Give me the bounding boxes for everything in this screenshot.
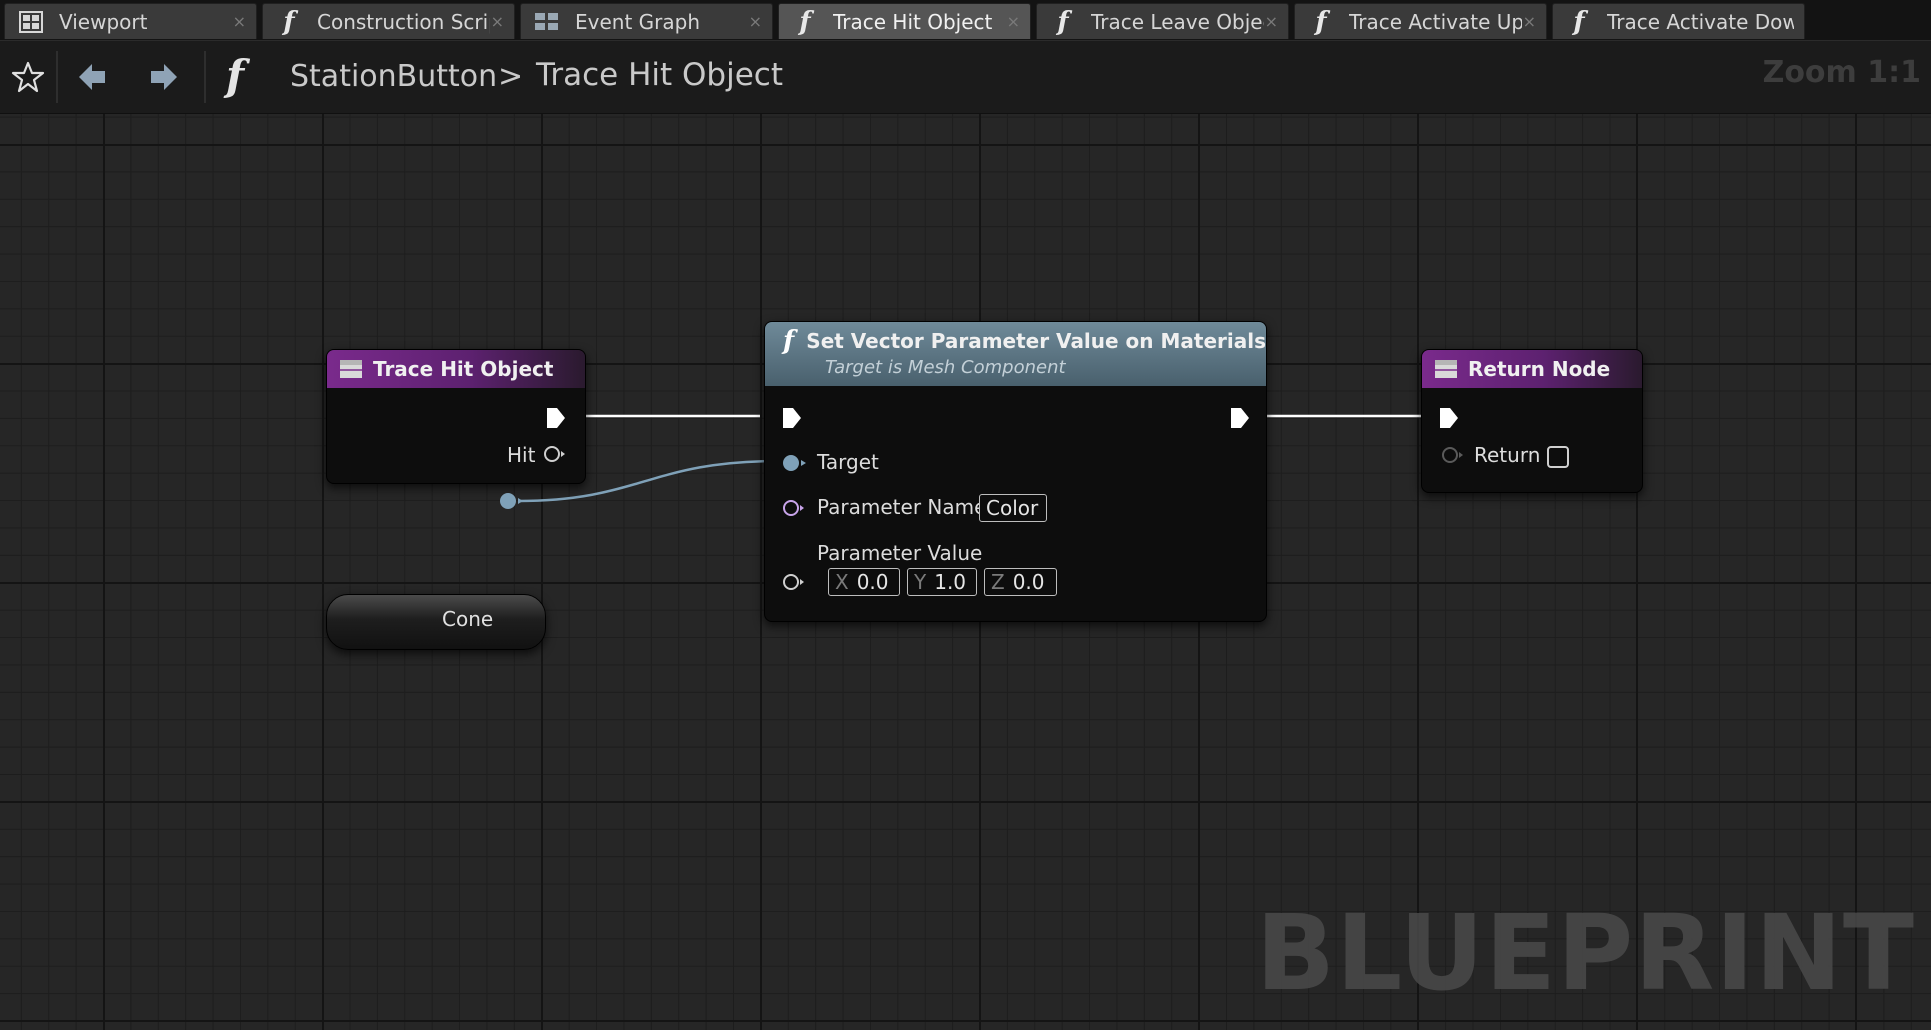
vector-y-field[interactable]: Y 1.0 [907,568,977,596]
target-pin-label: Target [817,450,879,474]
cone-output-pin[interactable] [498,491,524,511]
close-icon[interactable]: × [1006,12,1020,31]
tab-trace-activate-down[interactable]: f Trace Activate Dow [1552,3,1805,39]
x-axis-label: X [835,570,849,594]
parameter-name-value: Color [986,496,1039,520]
function-icon: f [1057,6,1069,37]
function-entry-node[interactable]: Trace Hit Object Hit [326,349,586,484]
function-entry-icon [339,359,363,379]
vector-x-field[interactable]: X 0.0 [828,568,900,596]
exec-out-pin[interactable] [545,406,567,430]
tab-label: Trace Activate Dow [1607,9,1794,34]
return-bool-pin[interactable] [1440,445,1466,465]
tab-event-graph[interactable]: Event Graph × [520,3,773,39]
target-pin[interactable] [781,453,807,473]
tab-label: Trace Activate Up [1349,9,1522,34]
tab-trace-leave-object[interactable]: f Trace Leave Object × [1036,3,1289,39]
function-icon: f [226,51,245,100]
node-header: Return Node [1422,350,1642,388]
exec-in-pin[interactable] [781,406,803,430]
close-icon[interactable]: × [490,12,504,31]
parameter-name-pin[interactable] [781,498,807,518]
parameter-value-label: Parameter Value [817,541,983,565]
tab-label: Trace Hit Object [833,9,993,34]
divider [56,51,58,103]
divider [204,51,206,103]
breadcrumb-separator: > [498,59,524,94]
tab-viewport[interactable]: Viewport × [4,3,257,39]
exec-in-pin[interactable] [1438,406,1460,430]
return-pin-label: Return [1474,443,1541,467]
cone-variable-label: Cone [442,607,494,631]
close-icon[interactable]: × [1522,12,1536,31]
return-node-icon [1434,359,1458,379]
node-title: Set Vector Parameter Value on Materials [806,329,1266,353]
vector-z-field[interactable]: Z 0.0 [984,568,1057,596]
tab-label: Construction Scrip [317,9,490,34]
back-arrow-icon[interactable] [70,55,114,99]
zoom-indicator: Zoom 1:1 [1762,55,1921,90]
grid-window-icon [17,8,45,36]
z-value: 0.0 [1012,570,1045,594]
blueprint-graph-canvas[interactable]: Trace Hit Object Hit Cone f Set Vector P… [0,114,1931,1030]
close-icon[interactable]: × [748,12,762,31]
function-icon: f [783,326,795,356]
hit-struct-pin[interactable] [542,444,566,464]
node-title: Trace Hit Object [373,357,554,381]
hit-pin-label: Hit [507,443,536,467]
breadcrumb-current: Trace Hit Object [536,57,783,93]
return-node[interactable]: Return Node Return [1421,349,1643,493]
node-title: Return Node [1468,357,1611,381]
function-icon: f [1573,6,1585,37]
favorite-star-icon[interactable] [6,55,50,99]
tab-label: Trace Leave Object [1091,9,1264,34]
close-icon[interactable]: × [232,12,246,31]
close-icon[interactable]: × [1264,12,1278,31]
tab-trace-hit-object[interactable]: f Trace Hit Object × [778,3,1031,39]
tab-construction-script[interactable]: f Construction Scrip × [262,3,515,39]
tab-label: Viewport [59,9,148,34]
set-vector-parameter-node[interactable]: f Set Vector Parameter Value on Material… [764,321,1267,622]
graph-grid-icon [533,8,561,36]
parameter-name-label: Parameter Name [817,495,987,519]
z-axis-label: Z [991,570,1005,594]
parameter-value-pin[interactable] [781,572,807,592]
breadcrumb-bar: f StationButton > Trace Hit Object Zoom … [0,41,1931,114]
node-subtitle: Target is Mesh Component [825,357,1066,378]
node-header: Trace Hit Object [327,350,585,388]
node-header: f Set Vector Parameter Value on Material… [765,322,1266,386]
y-value: 1.0 [934,570,967,594]
blueprint-watermark: BLUEPRINT [1255,892,1915,1014]
x-value: 0.0 [856,570,889,594]
document-tab-bar: Viewport × f Construction Scrip × Event … [0,0,1931,41]
function-icon: f [799,6,811,37]
return-checkbox[interactable] [1547,446,1569,468]
tab-label: Event Graph [575,9,700,34]
y-axis-label: Y [914,570,927,594]
function-icon: f [283,6,295,37]
forward-arrow-icon[interactable] [142,55,186,99]
exec-out-pin[interactable] [1229,406,1251,430]
breadcrumb-parent[interactable]: StationButton [290,59,497,94]
tab-trace-activate-up[interactable]: f Trace Activate Up × [1294,3,1547,39]
function-icon: f [1315,6,1327,37]
parameter-name-field[interactable]: Color [979,494,1047,522]
cone-variable-node[interactable] [326,594,546,650]
